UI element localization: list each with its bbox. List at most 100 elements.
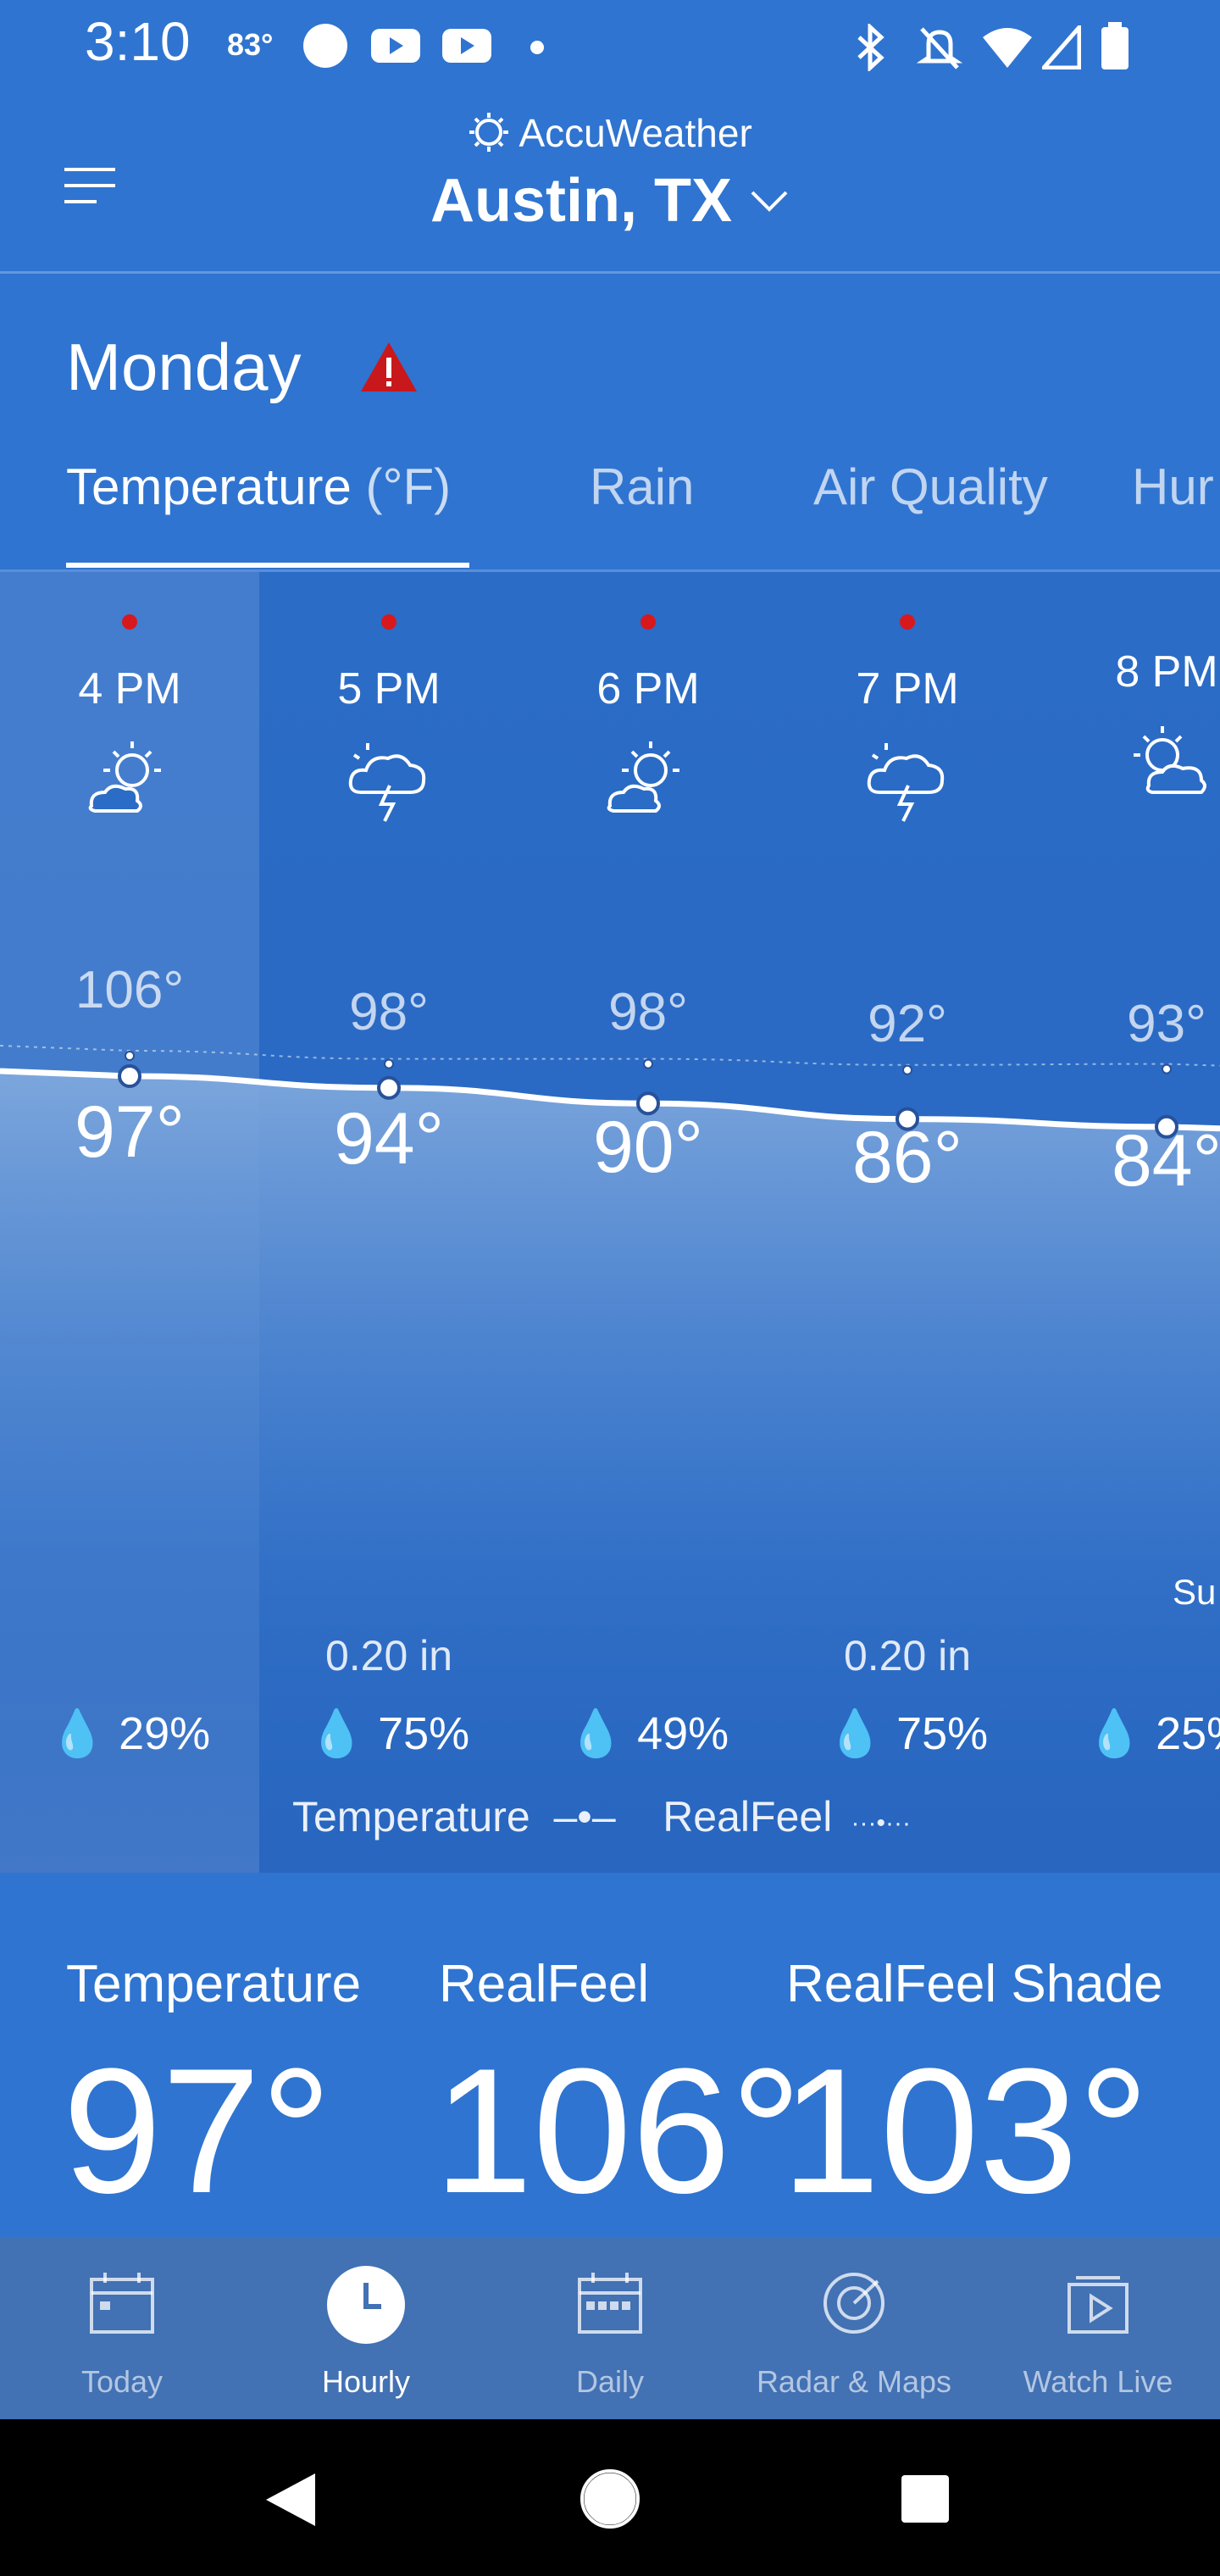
brand-name: AccuWeather — [518, 111, 752, 155]
location-selector[interactable]: Austin, TX — [0, 166, 1220, 236]
circle-icon — [302, 22, 349, 74]
hour-time: 4 PM — [78, 664, 181, 713]
realfeel-value: 93° — [1127, 995, 1206, 1053]
system-navigation-bar — [0, 2419, 1220, 2576]
hour-time: 6 PM — [596, 664, 700, 713]
sun-logo-icon — [469, 113, 509, 152]
temperature-value: 97° — [74, 1091, 186, 1173]
nav-daily[interactable]: Daily — [488, 2237, 732, 2419]
hour-column[interactable]: 8 PM 93° 84° Su 💧 25% — [1037, 572, 1220, 1873]
battery-icon — [1100, 20, 1130, 75]
radar-icon — [824, 2273, 884, 2334]
signal-icon — [1039, 21, 1082, 74]
alert-dot — [640, 614, 656, 630]
chevron-down-icon — [751, 191, 788, 212]
current-temperature-value: 97° — [63, 2031, 332, 2230]
precip-amount: 0.20 in — [324, 1632, 453, 1679]
current-shade-label: RealFeel Shade — [786, 1955, 1163, 2013]
precip-amount: 0.20 in — [843, 1632, 972, 1679]
active-tab-indicator — [66, 563, 469, 568]
wifi-icon — [981, 25, 1034, 74]
hour-column[interactable]: 5 PM 98° 94° 0.20 in 💧 75% — [259, 572, 518, 1873]
current-realfeel-label: RealFeel — [439, 1955, 650, 2013]
nav-watch-label: Watch Live — [1023, 2364, 1173, 2399]
tab-rain[interactable]: Rain — [590, 458, 694, 516]
nav-today-label: Today — [80, 2364, 164, 2399]
thunderstorm-icon — [348, 743, 426, 822]
nav-hourly[interactable]: Hourly — [244, 2237, 488, 2419]
clock-icon — [327, 2266, 405, 2344]
thunderstorm-icon — [867, 743, 945, 822]
raindrop-icon: 💧 — [1085, 1708, 1144, 1759]
mute-icon — [916, 24, 963, 75]
nav-watch-live[interactable]: Watch Live — [976, 2237, 1220, 2419]
youtube-icon — [369, 25, 422, 70]
precip-probability: 💧 75% — [778, 1707, 1037, 1761]
realfeel-value: 106° — [75, 961, 185, 1019]
current-shade-value: 103° — [781, 2031, 1150, 2230]
hour-time: 8 PM — [1115, 647, 1218, 697]
raindrop-icon: 💧 — [826, 1708, 884, 1759]
tab-temperature[interactable]: Temperature (°F) — [66, 458, 451, 516]
youtube-icon — [441, 25, 493, 70]
realfeel-value: 98° — [608, 983, 688, 1041]
hour-column[interactable]: 6 PM 98° 90° 💧 49% — [518, 572, 778, 1873]
hourly-chart[interactable]: 4 PM 106° 97° 💧 29% 5 PM 98° 94° 0.20 in… — [0, 572, 1220, 1873]
chart-tabs: Temperature (°F) Rain Air Quality Hur — [0, 458, 1220, 568]
precip-probability: 💧 29% — [0, 1707, 259, 1761]
hour-column[interactable]: 4 PM 106° 97° 💧 29% — [0, 572, 259, 1873]
hour-column[interactable]: 7 PM 92° 86° 0.20 in 💧 75% — [778, 572, 1037, 1873]
partly-sunny-icon — [1134, 726, 1206, 794]
bottom-navigation: Today Hourly Daily Radar & Maps Watch Li… — [0, 2237, 1220, 2419]
nav-hourly-label: Hourly — [321, 2364, 411, 2399]
status-time: 3:10 — [85, 11, 191, 72]
temperature-value: 84° — [1111, 1120, 1220, 1202]
tab-air-quality[interactable]: Air Quality — [813, 458, 1048, 516]
day-title: Monday — [66, 330, 302, 404]
alert-icon[interactable] — [359, 341, 419, 397]
tab-humidity[interactable]: Hur — [1132, 458, 1214, 516]
video-icon — [1068, 2276, 1128, 2334]
alert-dot — [900, 614, 915, 630]
hourly-columns: 4 PM 106° 97° 💧 29% 5 PM 98° 94° 0.20 in… — [0, 572, 1220, 1873]
legend-temperature: Temperature — [292, 1793, 530, 1840]
nav-radar-label: Radar & Maps — [756, 2364, 952, 2399]
bluetooth-icon — [852, 22, 890, 75]
calendar-daily-icon — [578, 2273, 642, 2334]
brand-logo: AccuWeather — [0, 110, 1220, 156]
raindrop-icon: 💧 — [567, 1708, 625, 1759]
raindrop-icon: 💧 — [308, 1708, 366, 1759]
raindrop-icon: 💧 — [48, 1708, 107, 1759]
status-temperature: 83° — [227, 27, 274, 62]
sunset-label: Su — [1173, 1572, 1217, 1612]
temperature-value: 94° — [333, 1098, 445, 1180]
city-name: Austin, TX — [430, 167, 732, 235]
alert-dot — [122, 614, 137, 630]
status-bar: 3:10 83° — [0, 0, 1220, 93]
nav-today[interactable]: Today — [0, 2237, 244, 2419]
back-icon[interactable] — [264, 2472, 317, 2528]
alert-dot — [381, 614, 396, 630]
hour-time: 5 PM — [337, 664, 441, 713]
tab-temperature-unit: (°F) — [365, 458, 452, 515]
partly-sunny-icon — [607, 741, 679, 813]
legend-realfeel: RealFeel — [663, 1793, 833, 1840]
current-conditions: Temperature RealFeel RealFeel Shade 97° … — [0, 1873, 1220, 2237]
temperature-value: 90° — [592, 1107, 704, 1188]
chart-legend: Temperature –•– RealFeel ···•··· — [292, 1792, 911, 1841]
current-temperature-label: Temperature — [66, 1955, 362, 2013]
legend-temperature-line: –•– — [541, 1793, 652, 1840]
recents-icon[interactable] — [900, 2473, 951, 2524]
legend-realfeel-line: ···•··· — [844, 1809, 911, 1837]
realfeel-value: 92° — [868, 995, 947, 1053]
home-icon[interactable] — [580, 2468, 640, 2529]
temperature-value: 86° — [851, 1117, 963, 1198]
precip-pct: 29% — [119, 1708, 211, 1759]
nav-radar-maps[interactable]: Radar & Maps — [732, 2237, 976, 2419]
precip-pct: 49% — [637, 1708, 729, 1759]
precip-pct: 75% — [896, 1708, 989, 1759]
hour-time: 7 PM — [856, 664, 959, 713]
precip-pct: 75% — [378, 1708, 470, 1759]
current-realfeel-value: 106° — [434, 2031, 802, 2230]
precip-probability: 💧 49% — [518, 1707, 778, 1761]
